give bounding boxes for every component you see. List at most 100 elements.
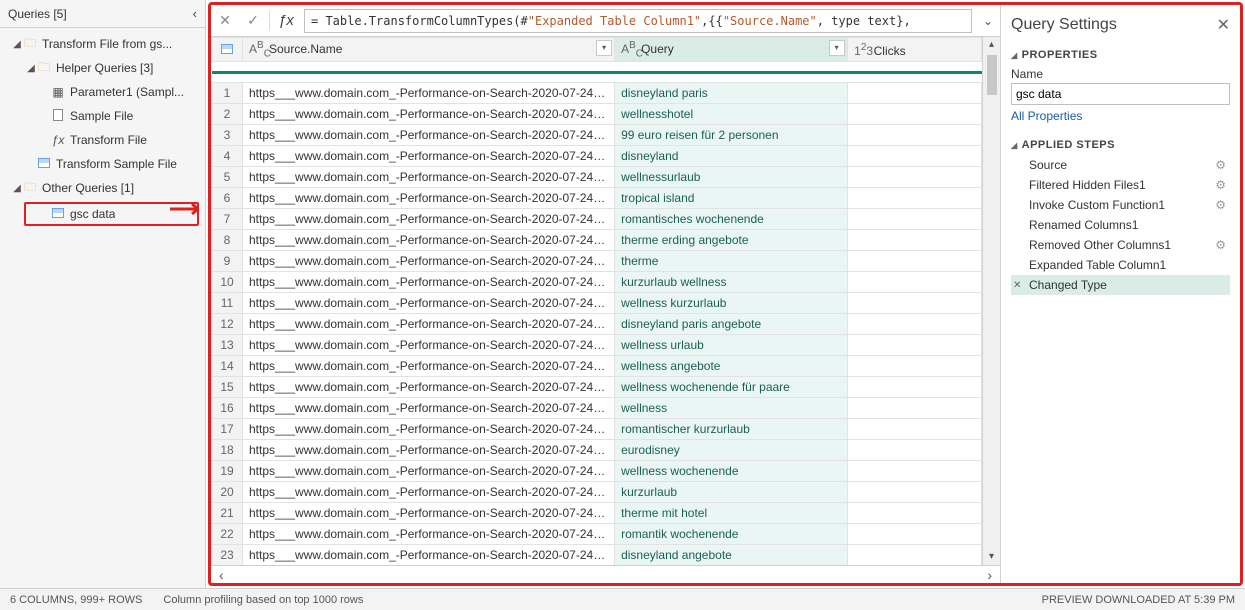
cell-source-name[interactable]: https___www.domain.com_-Performance-on-S… [243, 146, 615, 167]
row-number[interactable]: 13 [212, 335, 243, 356]
tree-item[interactable]: ◢🗀Transform File from gs... [0, 32, 205, 56]
cell-query[interactable]: therme [615, 251, 848, 272]
cell-query[interactable]: disneyland paris angebote [615, 314, 848, 335]
row-number[interactable]: 9 [212, 251, 243, 272]
cell-source-name[interactable]: https___www.domain.com_-Performance-on-S… [243, 272, 615, 293]
cell-query[interactable]: disneyland angebote [615, 545, 848, 565]
scroll-thumb[interactable] [987, 55, 997, 95]
cell-clicks[interactable] [847, 293, 981, 314]
cell-source-name[interactable]: https___www.domain.com_-Performance-on-S… [243, 461, 615, 482]
column-header-clicks[interactable]: 123Clicks [847, 38, 981, 62]
cell-query[interactable]: wellnessurlaub [615, 167, 848, 188]
filter-icon[interactable]: ▾ [596, 40, 612, 56]
filter-icon[interactable]: ▾ [829, 40, 845, 56]
cell-clicks[interactable] [847, 398, 981, 419]
cell-query[interactable]: therme mit hotel [615, 503, 848, 524]
row-number[interactable]: 11 [212, 293, 243, 314]
row-number[interactable]: 1 [212, 83, 243, 104]
cell-clicks[interactable] [847, 167, 981, 188]
column-header-query[interactable]: ABCQuery▾ [615, 38, 848, 62]
applied-step[interactable]: Source⚙ [1011, 155, 1230, 175]
cell-source-name[interactable]: https___www.domain.com_-Performance-on-S… [243, 167, 615, 188]
gear-icon[interactable]: ⚙ [1215, 178, 1226, 192]
cell-query[interactable]: tropical island [615, 188, 848, 209]
cell-query[interactable]: romantischer kurzurlaub [615, 419, 848, 440]
cell-clicks[interactable] [847, 419, 981, 440]
cancel-formula-button[interactable]: ✕ [211, 8, 239, 34]
cell-query[interactable]: romantik wochenende [615, 524, 848, 545]
gear-icon[interactable]: ⚙ [1215, 198, 1226, 212]
row-number[interactable]: 20 [212, 482, 243, 503]
row-number[interactable]: 4 [212, 146, 243, 167]
scroll-right-icon[interactable]: › [987, 567, 992, 583]
gear-icon[interactable]: ⚙ [1215, 158, 1226, 172]
cell-query[interactable]: kurzurlaub [615, 482, 848, 503]
row-number[interactable]: 7 [212, 209, 243, 230]
applied-steps-section[interactable]: APPLIED STEPS [1011, 139, 1230, 151]
formula-input[interactable]: = Table.TransformColumnTypes(#"Expanded … [304, 9, 972, 33]
cell-clicks[interactable] [847, 461, 981, 482]
table-row[interactable]: 21https___www.domain.com_-Performance-on… [212, 503, 982, 524]
table-row[interactable]: 6https___www.domain.com_-Performance-on-… [212, 188, 982, 209]
applied-step[interactable]: Filtered Hidden Files1⚙ [1011, 175, 1230, 195]
vertical-scrollbar[interactable]: ▴ ▾ [982, 37, 1000, 565]
tree-item[interactable]: ◢🗀Helper Queries [3] [0, 56, 205, 80]
cell-clicks[interactable] [847, 335, 981, 356]
cell-clicks[interactable] [847, 524, 981, 545]
cell-query[interactable]: wellness urlaub [615, 335, 848, 356]
table-row[interactable]: 3https___www.domain.com_-Performance-on-… [212, 125, 982, 146]
table-row[interactable]: 16https___www.domain.com_-Performance-on… [212, 398, 982, 419]
row-number[interactable]: 3 [212, 125, 243, 146]
row-number[interactable]: 22 [212, 524, 243, 545]
table-row[interactable]: 23https___www.domain.com_-Performance-on… [212, 545, 982, 565]
cell-clicks[interactable] [847, 545, 981, 565]
row-number[interactable]: 16 [212, 398, 243, 419]
horizontal-scrollbar[interactable]: ‹ › [211, 565, 1000, 583]
row-number[interactable]: 15 [212, 377, 243, 398]
cell-clicks[interactable] [847, 251, 981, 272]
cell-clicks[interactable] [847, 125, 981, 146]
table-row[interactable]: 10https___www.domain.com_-Performance-on… [212, 272, 982, 293]
column-header-source-name[interactable]: ABCSource.Name▾ [243, 38, 615, 62]
properties-section[interactable]: PROPERTIES [1011, 49, 1230, 61]
applied-step[interactable]: Invoke Custom Function1⚙ [1011, 195, 1230, 215]
cell-clicks[interactable] [847, 83, 981, 104]
cell-source-name[interactable]: https___www.domain.com_-Performance-on-S… [243, 335, 615, 356]
cell-clicks[interactable] [847, 272, 981, 293]
table-row[interactable]: 1https___www.domain.com_-Performance-on-… [212, 83, 982, 104]
cell-source-name[interactable]: https___www.domain.com_-Performance-on-S… [243, 482, 615, 503]
applied-step[interactable]: Changed Type [1011, 275, 1230, 295]
table-row[interactable]: 15https___www.domain.com_-Performance-on… [212, 377, 982, 398]
cell-source-name[interactable]: https___www.domain.com_-Performance-on-S… [243, 524, 615, 545]
table-row[interactable]: 2https___www.domain.com_-Performance-on-… [212, 104, 982, 125]
table-row[interactable]: 5https___www.domain.com_-Performance-on-… [212, 167, 982, 188]
gear-icon[interactable]: ⚙ [1215, 238, 1226, 252]
row-number[interactable]: 21 [212, 503, 243, 524]
scroll-left-icon[interactable]: ‹ [219, 567, 224, 583]
row-number[interactable]: 19 [212, 461, 243, 482]
tree-item[interactable]: Sample File [0, 104, 205, 128]
cell-source-name[interactable]: https___www.domain.com_-Performance-on-S… [243, 125, 615, 146]
row-number[interactable]: 6 [212, 188, 243, 209]
cell-clicks[interactable] [847, 104, 981, 125]
table-row[interactable]: 4https___www.domain.com_-Performance-on-… [212, 146, 982, 167]
close-settings-icon[interactable]: ✕ [1217, 15, 1230, 35]
table-row[interactable]: 8https___www.domain.com_-Performance-on-… [212, 230, 982, 251]
cell-query[interactable]: therme erding angebote [615, 230, 848, 251]
cell-query[interactable]: kurzurlaub wellness [615, 272, 848, 293]
cell-clicks[interactable] [847, 209, 981, 230]
applied-step[interactable]: Renamed Columns1 [1011, 215, 1230, 235]
cell-source-name[interactable]: https___www.domain.com_-Performance-on-S… [243, 356, 615, 377]
cell-query[interactable]: wellness [615, 398, 848, 419]
cell-query[interactable]: 99 euro reisen für 2 personen [615, 125, 848, 146]
tree-item[interactable]: ▦Parameter1 (Sampl... [0, 80, 205, 104]
cell-query[interactable]: wellness kurzurlaub [615, 293, 848, 314]
table-row[interactable]: 14https___www.domain.com_-Performance-on… [212, 356, 982, 377]
cell-source-name[interactable]: https___www.domain.com_-Performance-on-S… [243, 440, 615, 461]
data-table[interactable]: ABCSource.Name▾ ABCQuery▾ 123Clicks 1htt… [211, 37, 982, 565]
cell-source-name[interactable]: https___www.domain.com_-Performance-on-S… [243, 188, 615, 209]
table-row[interactable]: 18https___www.domain.com_-Performance-on… [212, 440, 982, 461]
cell-query[interactable]: wellness wochenende [615, 461, 848, 482]
cell-source-name[interactable]: https___www.domain.com_-Performance-on-S… [243, 377, 615, 398]
cell-clicks[interactable] [847, 146, 981, 167]
